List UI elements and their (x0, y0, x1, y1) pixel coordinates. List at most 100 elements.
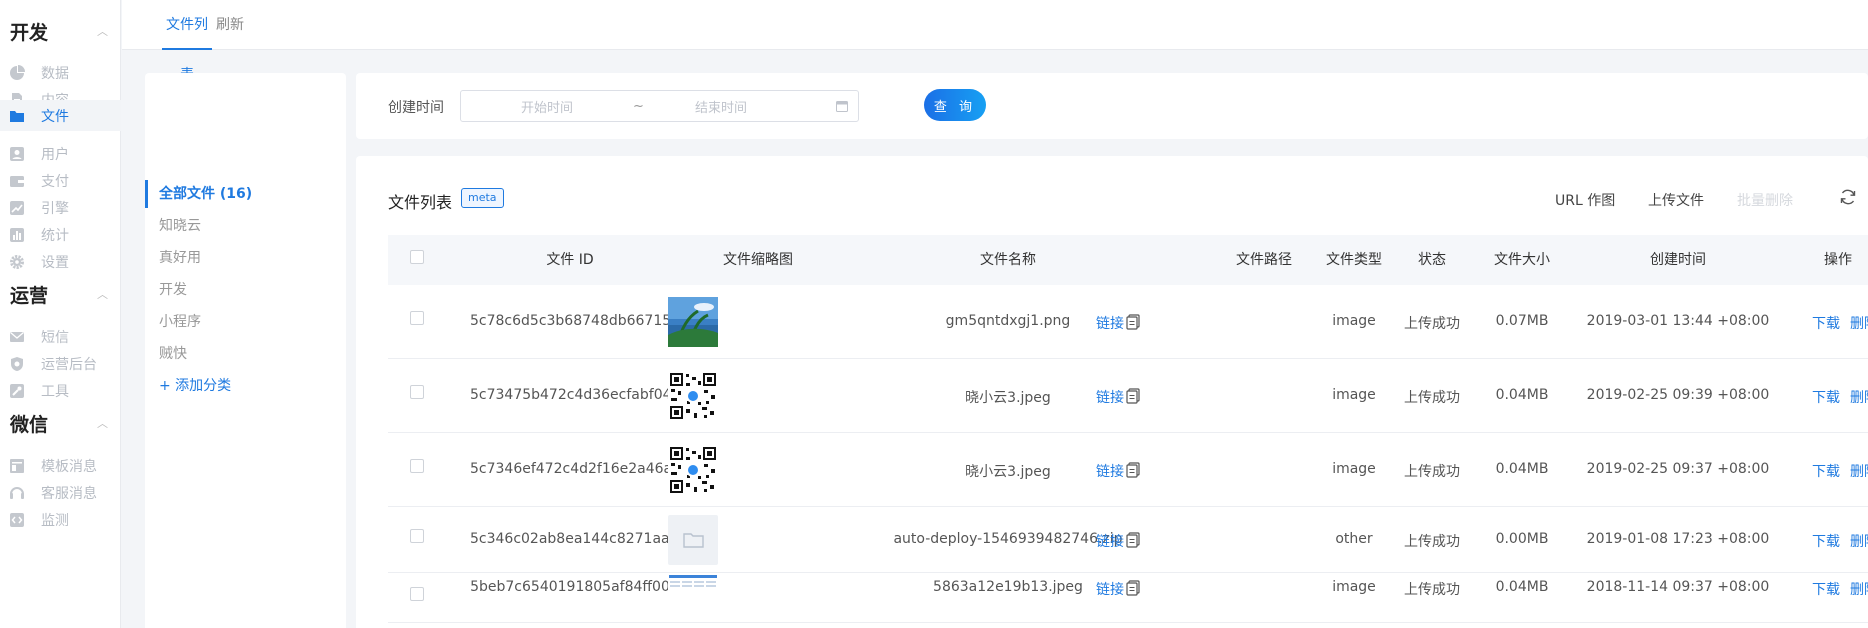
folder-icon (9, 108, 25, 124)
row-checkbox[interactable] (410, 587, 424, 601)
select-all-checkbox[interactable] (410, 250, 424, 264)
file-id: 5c346c02ab8ea144c8271aae (470, 531, 679, 547)
file-thumbnail[interactable] (668, 575, 718, 591)
sidebar-item-files[interactable]: 文件 (0, 100, 121, 131)
tab-file-list[interactable]: 文件列表 (162, 0, 212, 83)
file-id: 5beb7c6540191805af84ff00 (470, 579, 670, 595)
copy-icon[interactable] (1126, 462, 1140, 482)
category-item[interactable]: 知晓云 (159, 216, 201, 236)
download-button[interactable]: 下载 (1812, 531, 1840, 551)
delete-button[interactable]: 删除 (1850, 313, 1868, 333)
file-thumbnail[interactable] (668, 297, 718, 347)
sidebar-item-label: 监测 (41, 513, 69, 529)
table-row: 5c73475b472c4d36ecfabf04 晓小云3.jpeg 链接 image… (388, 359, 1868, 433)
row-checkbox[interactable] (410, 529, 424, 543)
wallet-icon (9, 173, 25, 189)
category-item[interactable]: 贼快 (159, 344, 187, 364)
file-thumbnail[interactable] (668, 515, 718, 565)
delete-button[interactable]: 删除 (1850, 579, 1868, 599)
created-time: 2019-02-25 09:37 +08:00 (1586, 461, 1770, 477)
date-range-picker[interactable]: 开始时间 ~ 结束时间 (460, 90, 859, 122)
trend-line-icon (9, 200, 25, 216)
file-size: 0.00MB (1495, 531, 1549, 547)
created-time: 2019-02-25 09:39 +08:00 (1586, 387, 1770, 403)
upload-file-button[interactable]: 上传文件 (1648, 190, 1704, 210)
copy-icon[interactable] (1126, 580, 1140, 600)
file-path-link[interactable]: 链接 (1096, 313, 1124, 333)
sidebar-item-label: 支付 (41, 174, 69, 190)
section-header-wechat[interactable]: 微信 ︿ (10, 409, 110, 437)
query-button[interactable]: 查 询 (924, 89, 986, 121)
file-thumbnail[interactable] (668, 371, 718, 421)
delete-button[interactable]: 删除 (1850, 461, 1868, 481)
created-time: 2018-11-14 09:37 +08:00 (1586, 579, 1770, 595)
download-button[interactable]: 下载 (1812, 387, 1840, 407)
col-status: 状态 (1418, 252, 1446, 268)
sidebar-item-label: 统计 (41, 228, 69, 244)
upload-status: 上传成功 (1404, 582, 1460, 598)
download-button[interactable]: 下载 (1812, 461, 1840, 481)
file-size: 0.04MB (1495, 579, 1549, 595)
end-date-input[interactable]: 结束时间 (695, 97, 747, 116)
category-item[interactable]: 小程序 (159, 312, 201, 332)
sidebar-item-tools[interactable]: 工具 (0, 375, 121, 407)
category-item[interactable]: 开发 (159, 280, 187, 300)
section-header-ops[interactable]: 运营 ︿ (10, 280, 110, 308)
copy-icon[interactable] (1126, 388, 1140, 408)
file-path-link[interactable]: 链接 (1096, 461, 1124, 481)
download-button[interactable]: 下载 (1812, 579, 1840, 599)
calendar-icon (836, 100, 848, 116)
table-row: 5c346c02ab8ea144c8271aae auto-deploy-1546… (388, 507, 1868, 573)
sidebar-item-settings[interactable]: 设置 (0, 246, 121, 278)
file-type: image (1332, 461, 1376, 477)
created-time: 2019-01-08 17:23 +08:00 (1586, 531, 1770, 547)
file-size: 0.04MB (1495, 387, 1549, 403)
file-size: 0.07MB (1495, 313, 1549, 329)
category-item[interactable]: 真好用 (159, 248, 201, 268)
user-card-icon (9, 146, 25, 162)
mail-icon (9, 329, 25, 345)
copy-icon[interactable] (1126, 532, 1140, 552)
sidebar-item-label: 短信 (41, 330, 69, 346)
col-file-name: 文件名称 (980, 252, 1036, 268)
category-all[interactable]: 全部文件 (16) (159, 184, 252, 204)
sidebar-item-monitor[interactable]: 监测 (0, 504, 121, 536)
wrench-icon (9, 383, 25, 399)
file-path-link[interactable]: 链接 (1096, 387, 1124, 407)
file-id: 5c7346ef472c4d2f16e2a46a (470, 461, 673, 477)
sidebar-item-label: 用户 (41, 147, 69, 163)
download-button[interactable]: 下载 (1812, 313, 1840, 333)
chevron-up-icon: ︿ (97, 288, 108, 301)
add-category-link[interactable]: + 添加分类 (159, 376, 231, 396)
file-type: image (1332, 579, 1376, 595)
file-size: 0.04MB (1495, 461, 1549, 477)
section-header-dev[interactable]: 开发 ︿ (10, 17, 110, 45)
upload-status: 上传成功 (1404, 390, 1460, 406)
meta-badge[interactable]: meta (461, 188, 504, 208)
file-path-link[interactable]: 链接 (1096, 531, 1124, 551)
row-checkbox[interactable] (410, 311, 424, 325)
delete-button[interactable]: 删除 (1850, 387, 1868, 407)
sidebar-item-label: 客服消息 (41, 486, 97, 502)
row-checkbox[interactable] (410, 385, 424, 399)
refresh-icon[interactable] (1839, 188, 1857, 210)
copy-icon[interactable] (1126, 314, 1140, 334)
sidebar-item-label: 工具 (41, 384, 69, 400)
file-type: image (1332, 387, 1376, 403)
range-separator: ~ (633, 98, 644, 114)
col-actions: 操作 (1824, 252, 1852, 268)
url-thumb-button[interactable]: URL 作图 (1555, 190, 1615, 210)
file-thumbnail[interactable] (668, 445, 718, 495)
category-panel: 全部文件 (16) 知晓云 真好用 开发 小程序 贼快 + 添加分类 (145, 73, 346, 628)
gear-icon (9, 254, 25, 270)
bulk-delete-button[interactable]: 批量删除 (1737, 190, 1793, 210)
delete-button[interactable]: 删除 (1850, 531, 1868, 551)
file-id: 5c73475b472c4d36ecfabf04 (470, 387, 672, 403)
row-checkbox[interactable] (410, 459, 424, 473)
file-path-link[interactable]: 链接 (1096, 579, 1124, 599)
tab-refresh[interactable]: 刷新 (216, 0, 244, 50)
pie-chart-icon (9, 65, 25, 81)
created-time: 2019-03-01 13:44 +08:00 (1586, 313, 1770, 329)
start-date-input[interactable]: 开始时间 (521, 97, 573, 116)
col-thumbnail: 文件缩略图 (723, 252, 793, 268)
